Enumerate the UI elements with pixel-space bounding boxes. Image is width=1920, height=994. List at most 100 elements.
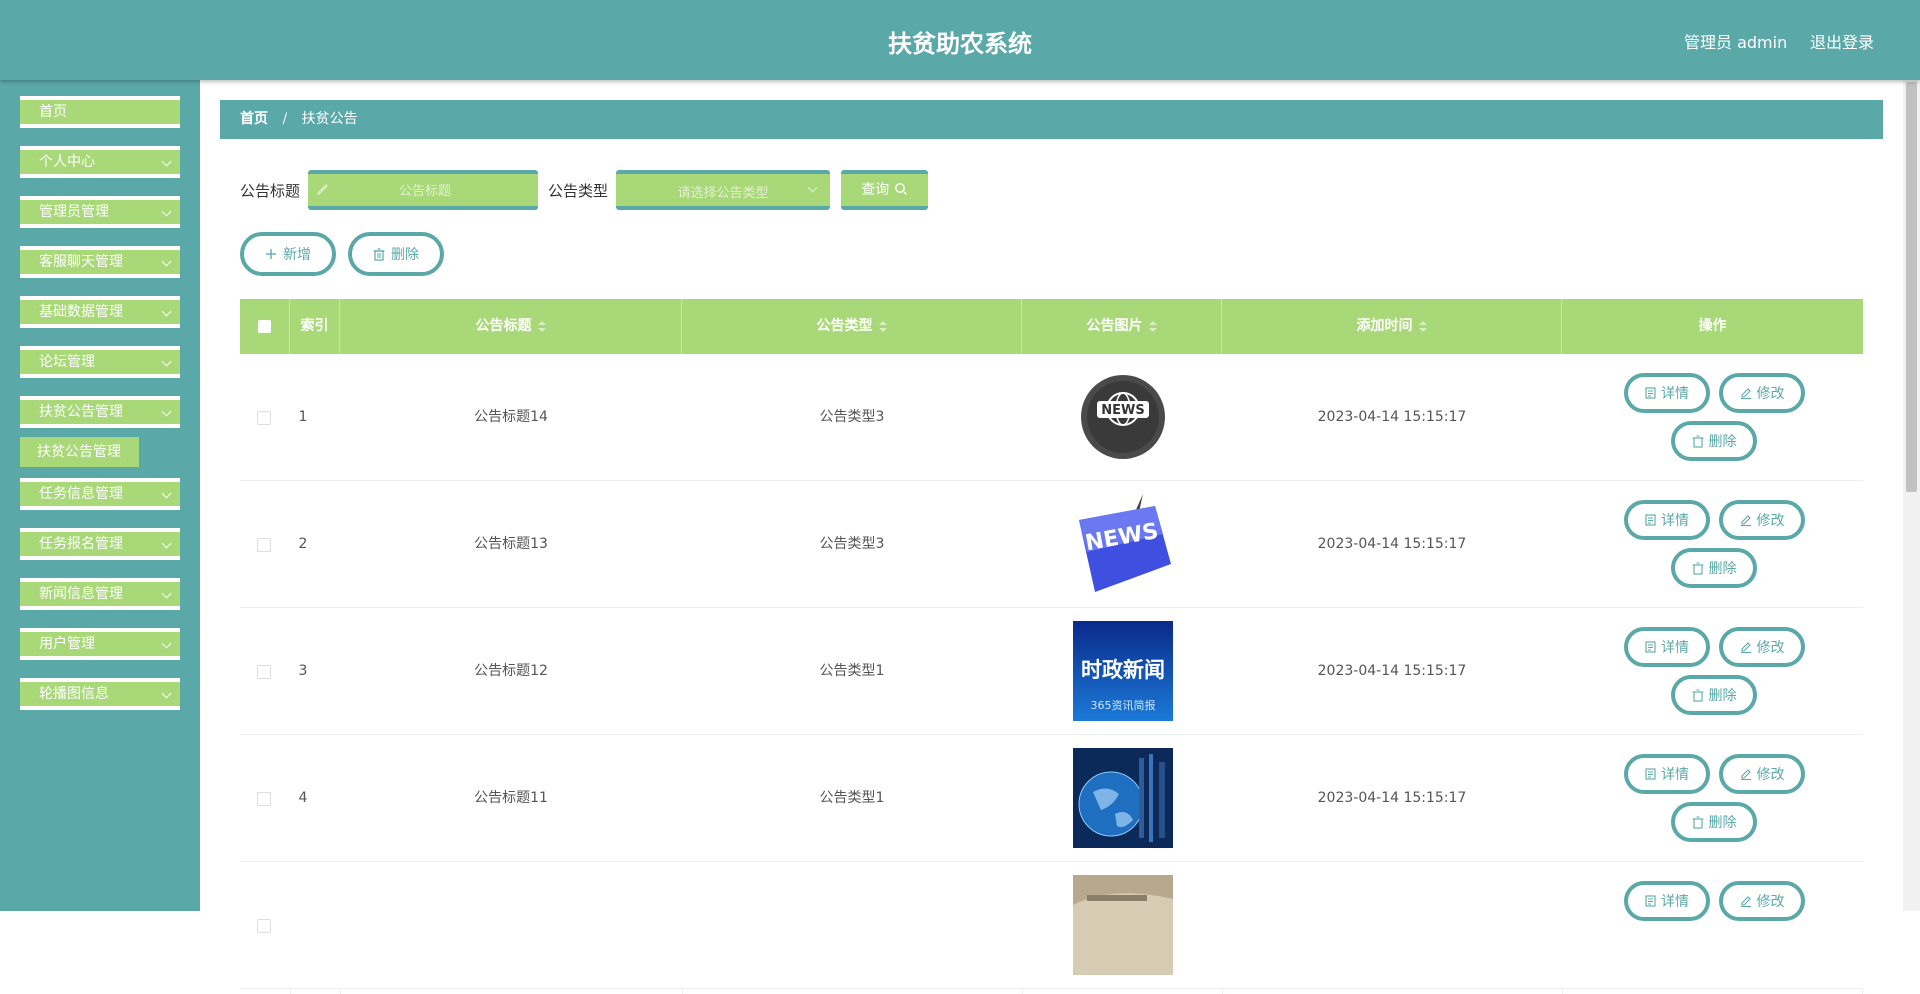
main-content: 首页 / 扶贫公告 公告标题 公告类型 请选择公告类型 查询 新增: [200, 80, 1920, 994]
announcement-image: [1073, 875, 1173, 975]
breadcrumb-home[interactable]: 首页: [240, 111, 268, 127]
delete-button[interactable]: 删除: [1671, 421, 1757, 461]
table-row: 4 公告标题11 公告类型1 2023-04-14 15:15:17 详情 修改…: [240, 735, 1863, 862]
row-time: 2023-04-14 15:15:17: [1317, 790, 1467, 806]
news-globe-image: NEWS: [1081, 375, 1165, 459]
add-button-label: 新增: [283, 247, 311, 263]
chevron-down-icon: [161, 588, 172, 599]
edit-button[interactable]: 修改: [1719, 627, 1805, 667]
top-header: 扶贫助农系统 管理员 admin 退出登录: [0, 0, 1920, 80]
edit-icon: [317, 184, 328, 195]
detail-button-label: 详情: [1661, 513, 1689, 529]
detail-button[interactable]: 详情: [1624, 627, 1710, 667]
svg-text:NEWS: NEWS: [1101, 403, 1144, 418]
page-scrollbar-thumb[interactable]: [1906, 82, 1917, 492]
sidebar-item-chat-management[interactable]: 客服聊天管理: [20, 246, 180, 278]
type-select[interactable]: 请选择公告类型: [616, 170, 830, 210]
trash-icon: [1692, 689, 1703, 702]
sidebar: 首页 个人中心 管理员管理 客服聊天管理 基础数据管理 论坛管理 扶贫公告管理 …: [0, 80, 200, 911]
edit-button-label: 修改: [1756, 640, 1785, 656]
add-button[interactable]: 新增: [240, 232, 336, 276]
chevron-down-icon: [161, 156, 172, 167]
logout-link[interactable]: 退出登录: [1810, 29, 1874, 53]
sidebar-item-basic-data[interactable]: 基础数据管理: [20, 296, 180, 328]
column-title-label: 公告标题: [475, 318, 532, 334]
edit-button-label: 修改: [1756, 767, 1785, 783]
column-time[interactable]: 添加时间: [1222, 299, 1562, 354]
sidebar-item-task-signup[interactable]: 任务报名管理: [20, 528, 180, 560]
row-title: 公告标题11: [474, 790, 548, 806]
detail-button-label: 详情: [1661, 767, 1689, 783]
table-row: 3 公告标题12 公告类型1 时政新闻 365资讯简报 2023-04-14 1…: [240, 608, 1863, 735]
sort-icon: [878, 320, 887, 332]
edit-button[interactable]: 修改: [1719, 373, 1805, 413]
document-icon: [1645, 895, 1656, 907]
row-checkbox[interactable]: [257, 538, 271, 552]
sidebar-item-personal-center[interactable]: 个人中心: [20, 146, 180, 178]
row-index: 2: [298, 536, 308, 552]
sort-icon: [1418, 320, 1427, 332]
sort-icon: [537, 320, 546, 332]
delete-button[interactable]: 删除: [1671, 548, 1757, 588]
sidebar-item-label: 新闻信息管理: [39, 586, 123, 602]
edit-button-label: 修改: [1756, 894, 1785, 910]
select-all-column: [240, 299, 290, 354]
row-checkbox[interactable]: [257, 919, 271, 933]
sidebar-item-task-info[interactable]: 任务信息管理: [20, 478, 180, 510]
sidebar-item-label: 管理员管理: [39, 204, 109, 220]
sidebar-item-news[interactable]: 新闻信息管理: [20, 578, 180, 610]
row-time: 2023-04-14 15:15:17: [1317, 536, 1467, 552]
row-type: 公告类型3: [819, 409, 885, 425]
breadcrumb: 首页 / 扶贫公告: [220, 100, 1883, 139]
detail-button[interactable]: 详情: [1624, 373, 1710, 413]
edit-button[interactable]: 修改: [1719, 881, 1805, 921]
batch-delete-button[interactable]: 删除: [348, 232, 444, 276]
row-checkbox[interactable]: [257, 411, 271, 425]
trash-icon: [373, 247, 385, 261]
row-index: 4: [298, 790, 308, 806]
sidebar-item-label: 任务信息管理: [39, 486, 123, 502]
table-header: 索引 公告标题 公告类型 公告图片 添加时间 操作: [240, 299, 1863, 354]
sidebar-item-home[interactable]: 首页: [20, 96, 180, 128]
row-type: 公告类型3: [819, 536, 885, 552]
chevron-down-icon: [161, 206, 172, 217]
sidebar-item-forum[interactable]: 论坛管理: [20, 346, 180, 378]
document-icon: [1645, 641, 1656, 653]
batch-delete-button-label: 删除: [391, 247, 419, 263]
delete-button[interactable]: 删除: [1671, 675, 1757, 715]
row-checkbox[interactable]: [257, 792, 271, 806]
detail-button[interactable]: 详情: [1624, 500, 1710, 540]
sidebar-item-carousel[interactable]: 轮播图信息: [20, 678, 180, 710]
delete-button[interactable]: 删除: [1671, 802, 1757, 842]
sidebar-item-users[interactable]: 用户管理: [20, 628, 180, 660]
query-button[interactable]: 查询: [841, 170, 928, 210]
edit-button[interactable]: 修改: [1719, 754, 1805, 794]
edit-button-label: 修改: [1756, 513, 1785, 529]
sidebar-item-announcement[interactable]: 扶贫公告管理: [20, 396, 180, 428]
detail-button[interactable]: 详情: [1624, 754, 1710, 794]
announcement-image: 时政新闻 365资讯简报: [1073, 621, 1173, 721]
column-title[interactable]: 公告标题: [340, 299, 682, 354]
edit-button[interactable]: 修改: [1719, 500, 1805, 540]
breadcrumb-separator: /: [282, 111, 288, 127]
column-actions: 操作: [1698, 318, 1727, 334]
detail-button-label: 详情: [1661, 386, 1689, 402]
chevron-down-icon: [161, 356, 172, 367]
chevron-down-icon: [161, 406, 172, 417]
title-search-input[interactable]: [308, 174, 542, 208]
sidebar-item-label: 论坛管理: [39, 354, 95, 370]
column-image[interactable]: 公告图片: [1022, 299, 1222, 354]
sidebar-subitem-announcement[interactable]: 扶贫公告管理: [20, 437, 139, 467]
chevron-down-icon: [161, 688, 172, 699]
trash-icon: [1692, 435, 1703, 448]
detail-button[interactable]: 详情: [1624, 881, 1710, 921]
sidebar-item-admin-management[interactable]: 管理员管理: [20, 196, 180, 228]
chevron-down-icon: [161, 256, 172, 267]
document-icon: [1645, 514, 1656, 526]
detail-button-label: 详情: [1661, 640, 1689, 656]
column-time-label: 添加时间: [1356, 318, 1413, 334]
row-checkbox[interactable]: [257, 665, 271, 679]
column-type[interactable]: 公告类型: [682, 299, 1022, 354]
sidebar-item-label: 客服聊天管理: [39, 254, 123, 270]
select-all-checkbox[interactable]: [258, 320, 271, 333]
